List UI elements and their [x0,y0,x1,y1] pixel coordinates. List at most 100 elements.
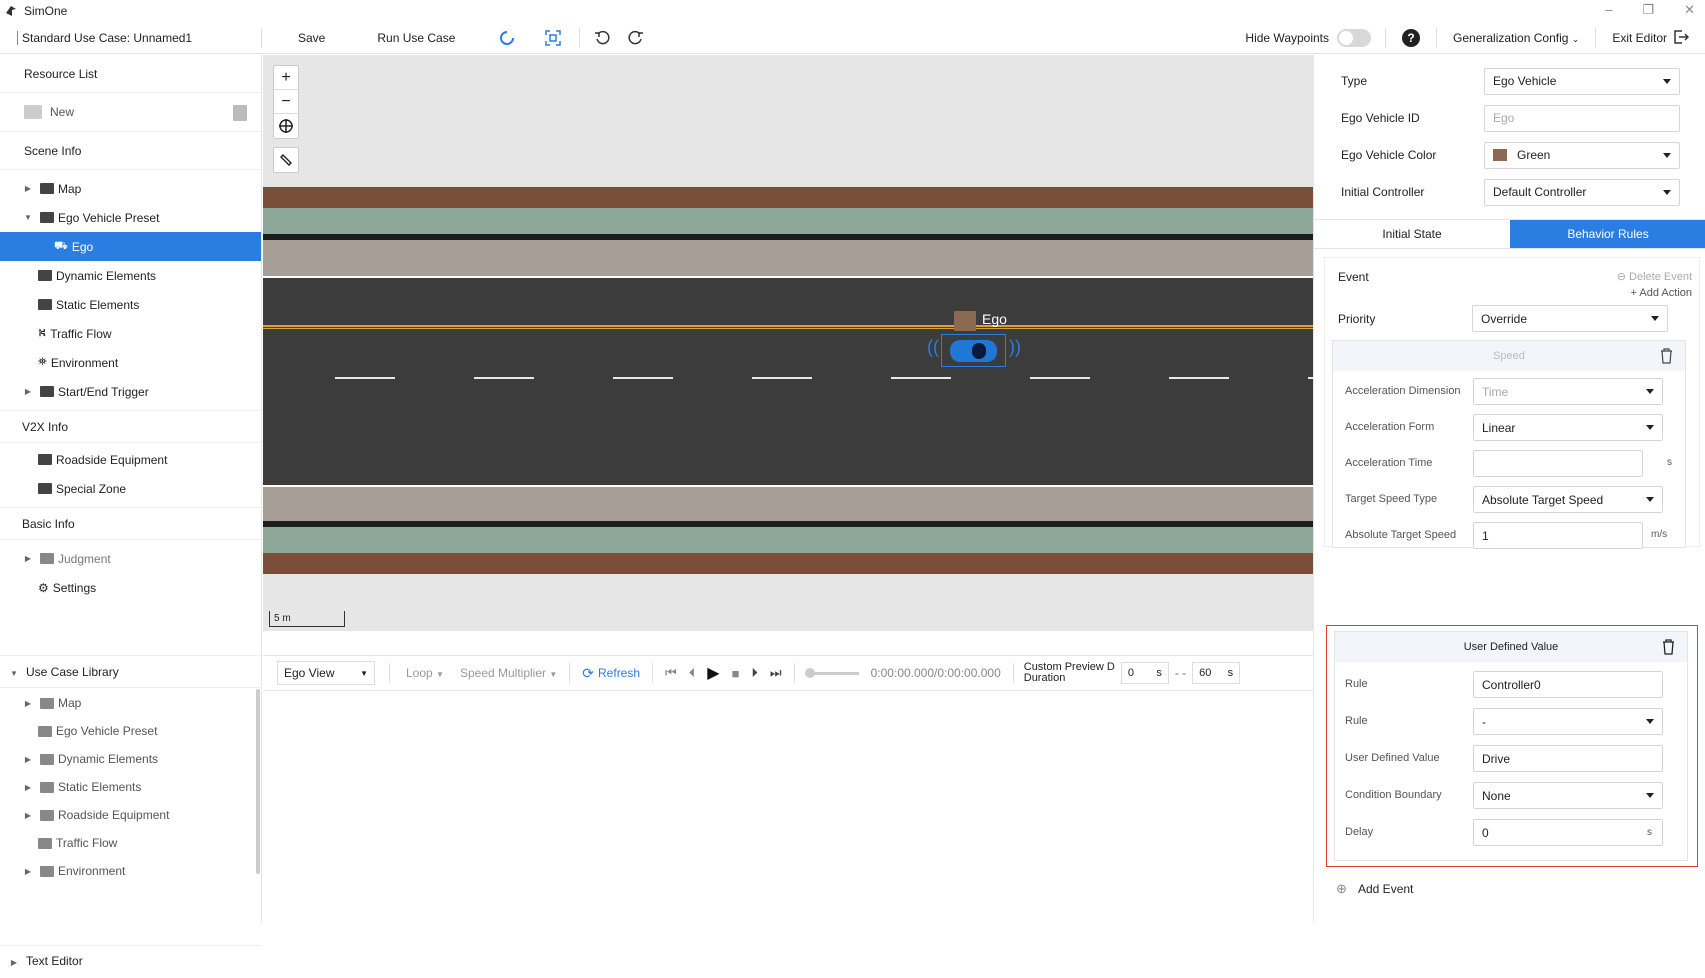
expand-arrow-icon[interactable]: ▶ [24,554,32,563]
library-item-dynamic[interactable]: ▶ Dynamic Elements [0,745,262,773]
scene-item-map[interactable]: ▶ Map [0,174,261,203]
scene-canvas[interactable]: + − Ego (( )) 5 m [263,55,1313,631]
target-type-select[interactable]: Absolute Target Speed [1473,486,1663,513]
v2x-item-roadside[interactable]: Roadside Equipment [0,445,261,474]
minimize-icon[interactable]: – [1605,2,1612,18]
expand-arrow-icon[interactable]: ▶ [24,699,32,708]
trash-icon[interactable] [233,105,247,121]
collapse-arrow-icon[interactable]: ▼ [24,213,32,222]
scene-item-traffic-flow[interactable]: ⛕ Traffic Flow [0,319,261,348]
acc-form-select[interactable]: Linear [1473,414,1663,441]
expand-arrow-icon[interactable]: ▶ [24,387,32,396]
expand-arrow-icon[interactable]: ▶ [24,755,32,764]
loop-dropdown[interactable]: Loop ▼ [406,666,444,680]
view-select[interactable]: Ego View ▼ [277,661,375,685]
step-back-icon[interactable]: ⏴ [689,665,696,681]
expand-arrow-icon[interactable]: ▶ [24,811,32,820]
exit-icon[interactable] [1673,29,1690,48]
speed-card-title: Speed [1493,350,1525,362]
acc-time-input[interactable] [1473,450,1643,477]
zoom-controls: + − [273,65,299,139]
duration-start-input[interactable]: 0s [1120,662,1169,684]
scene-item-ego[interactable]: ⛟ Ego [0,232,261,261]
library-item-static[interactable]: ▶ Static Elements [0,773,262,801]
help-icon[interactable]: ? [1402,29,1421,47]
expand-arrow-icon[interactable]: ▶ [24,783,32,792]
close-icon[interactable]: ✕ [1684,2,1695,18]
abs-speed-input[interactable]: 1 [1473,522,1643,549]
scene-item-trigger[interactable]: ▶ Start/End Trigger [0,377,261,406]
scene-item-environment[interactable]: ⛯ Environment [0,348,261,377]
duration-end-input[interactable]: 60 s [1192,662,1241,684]
speed-multiplier-dropdown[interactable]: Speed Multiplier ▼ [460,666,557,680]
type-row: Type Ego Vehicle [1314,66,1705,96]
rule-2-select[interactable]: - [1473,708,1663,735]
refresh-icon[interactable]: ⟳ [582,665,594,682]
trash-icon[interactable] [1660,348,1673,364]
add-action-button[interactable]: + Add Action [1631,287,1692,299]
restore-icon[interactable]: ❐ [1642,2,1654,18]
zoom-out-button[interactable]: − [274,90,298,114]
expand-arrow-icon[interactable]: ▶ [24,867,32,876]
step-forward-icon[interactable]: ⏵ [751,665,758,681]
type-select[interactable]: Ego Vehicle [1484,67,1680,95]
zoom-in-button[interactable]: + [274,66,298,90]
new-resource-button[interactable]: New [0,93,261,132]
library-item-roadside[interactable]: ▶ Roadside Equipment [0,801,262,829]
undo-icon[interactable] [592,28,612,48]
scene-item-ego-preset[interactable]: ▼ Ego Vehicle Preset [0,203,261,232]
ego-color-select[interactable]: Green [1484,141,1680,169]
text-editor-header[interactable]: ▶ Text Editor [0,945,262,975]
add-event-button[interactable]: Add Event [1358,882,1413,896]
library-item-map[interactable]: ▶ Map [0,689,262,717]
acc-dim-value: Time [1482,384,1509,399]
exit-editor-button[interactable]: Exit Editor [1612,31,1667,45]
scene-item-dynamic[interactable]: Dynamic Elements [0,261,261,290]
v2x-item-special-zone[interactable]: Special Zone [0,474,261,503]
rule-1-input[interactable]: Controller0 [1473,671,1663,698]
measure-button[interactable] [273,147,299,173]
ego-selection-box[interactable] [941,334,1006,367]
basic-item-settings[interactable]: ⚙ Settings [0,573,261,602]
tab-behavior-rules[interactable]: Behavior Rules [1510,220,1705,248]
refresh-button[interactable]: Refresh [598,666,640,680]
udv-input[interactable]: Drive [1473,745,1663,772]
basic-item-judgment[interactable]: ▶ Judgment [0,544,261,573]
library-item-ego-preset[interactable]: Ego Vehicle Preset [0,717,262,745]
fit-view-icon[interactable] [543,28,563,48]
stop-icon[interactable]: ■ [732,666,740,681]
add-event-icon[interactable]: ⊕ [1336,881,1347,897]
tab-initial-state[interactable]: Initial State [1314,220,1510,248]
skip-start-icon[interactable]: ⏮ [665,665,677,681]
expand-arrow-icon[interactable]: ▶ [24,184,32,193]
progress-slider[interactable] [804,667,859,678]
priority-select[interactable]: Override [1472,305,1668,332]
skip-end-icon[interactable]: ⏭ [770,665,782,681]
signal-right-icon: )) [1009,337,1021,357]
play-icon[interactable]: ▶ [707,663,719,683]
expand-arrow-icon[interactable]: ▶ [10,958,18,967]
collapse-arrow-icon[interactable]: ▼ [10,669,18,678]
acc-dim-select[interactable]: Time [1473,378,1663,405]
slider-handle[interactable] [804,667,815,678]
view-select-value: Ego View [284,666,335,680]
save-button[interactable]: Save [298,31,325,45]
loading-icon[interactable] [497,28,517,48]
ego-id-input[interactable]: Ego [1484,104,1680,132]
library-item-traffic-flow[interactable]: Traffic Flow [0,829,262,857]
scene-item-static[interactable]: Static Elements [0,290,261,319]
controller-select[interactable]: Default Controller [1484,178,1680,206]
hide-waypoints-toggle[interactable] [1337,29,1372,47]
use-case-library-header[interactable]: ▼ Use Case Library [0,655,262,688]
trash-icon[interactable] [1662,639,1675,655]
v2x-item-label: Roadside Equipment [56,452,168,467]
delay-input[interactable]: 0s [1473,819,1663,846]
redo-icon[interactable] [626,28,646,48]
run-use-case-button[interactable]: Run Use Case [377,31,455,45]
locate-button[interactable] [274,114,298,138]
generalization-config-dropdown[interactable]: Generalization Config ⌄ [1453,31,1579,45]
condition-boundary-select[interactable]: None [1473,782,1663,809]
caret-down-icon [1651,316,1659,321]
delete-event-button[interactable]: ⊖ Delete Event [1617,270,1692,283]
library-item-environment[interactable]: ▶ Environment [0,857,262,885]
